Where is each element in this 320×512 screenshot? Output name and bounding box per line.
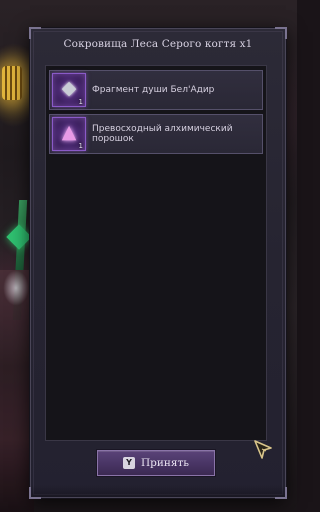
item-count: 1 xyxy=(78,98,83,106)
panel-bottom-trim xyxy=(31,485,285,497)
lantern-decoration xyxy=(2,66,22,100)
accept-button[interactable]: Y Принять xyxy=(97,450,215,476)
accept-button-label: Принять xyxy=(140,457,190,469)
loot-item-list: ◆ 1 Фрагмент души Бел'Адир ▲ 1 Превосход… xyxy=(45,65,267,441)
mouse-cursor-icon xyxy=(254,440,272,459)
loot-item-soul-fragment[interactable]: ◆ 1 Фрагмент души Бел'Адир xyxy=(49,70,263,110)
character-figure xyxy=(0,270,34,512)
soul-fragment-icon[interactable]: ◆ 1 xyxy=(52,73,86,107)
item-count: 1 xyxy=(78,142,83,150)
alchemy-powder-icon[interactable]: ▲ 1 xyxy=(52,117,86,151)
loot-item-alchemy-powder[interactable]: ▲ 1 Превосходный алхимический порошок xyxy=(49,114,263,154)
item-name: Фрагмент души Бел'Адир xyxy=(92,85,215,95)
soul-fragment-glyph: ◆ xyxy=(61,77,77,99)
keybind-y-hint: Y xyxy=(122,457,135,469)
loot-window: Сокровища Леса Серого когтя x1 ◆ 1 Фрагм… xyxy=(29,27,287,499)
loot-window-title: Сокровища Леса Серого когтя x1 xyxy=(63,38,253,50)
alchemy-powder-glyph: ▲ xyxy=(61,121,77,143)
item-name: Превосходный алхимический порошок xyxy=(92,124,233,144)
